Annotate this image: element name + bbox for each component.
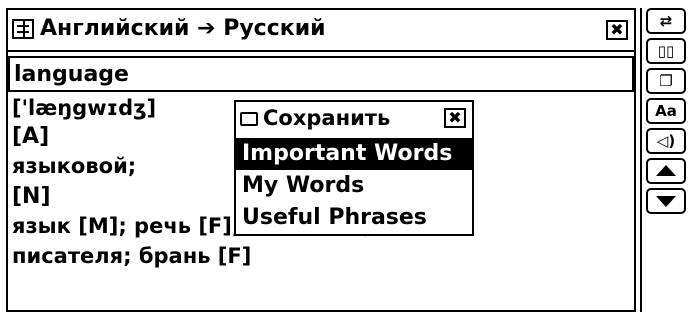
transcription: ['læŋgwɪdʒ]: [12, 96, 157, 120]
save-menu-list: Important Words My Words Useful Phrases: [236, 138, 472, 234]
search-field[interactable]: [8, 56, 634, 92]
dictionary-book-icon: [12, 19, 34, 39]
translation-adjective: языковой;: [12, 154, 137, 178]
search-input[interactable]: [14, 60, 614, 88]
close-icon[interactable]: ✖: [606, 20, 628, 40]
font-size-icon[interactable]: Aa: [646, 98, 686, 124]
pos-noun-tag: [N]: [12, 184, 51, 209]
switch-direction-icon[interactable]: ⇄: [646, 8, 686, 34]
close-icon[interactable]: ✖: [444, 108, 466, 128]
pos-adjective-tag: [A]: [12, 124, 50, 149]
menu-item-important-words[interactable]: Important Words: [236, 138, 472, 170]
window-title: Английский ➔ Русский: [40, 16, 326, 41]
toolbar: ⇄ ▯▯ ❐ Aa ◁): [640, 8, 690, 312]
windows-icon[interactable]: ❐: [646, 68, 686, 94]
folder-icon: [240, 112, 258, 126]
arrow-down-icon[interactable]: [646, 188, 686, 214]
save-menu-title-row: Сохранить: [240, 106, 390, 130]
save-menu-title: Сохранить: [263, 106, 391, 130]
arrow-up-icon[interactable]: [646, 158, 686, 184]
menu-item-useful-phrases[interactable]: Useful Phrases: [236, 202, 472, 234]
book-icon[interactable]: ▯▯: [646, 38, 686, 64]
menu-item-my-words[interactable]: My Words: [236, 170, 472, 202]
save-menu: Сохранить ✖ Important Words My Words Use…: [234, 100, 474, 236]
speaker-icon[interactable]: ◁): [646, 128, 686, 154]
title-bar: Английский ➔ Русский ✖: [8, 10, 634, 52]
translation-noun-line-2: писателя; брань [F]: [12, 244, 252, 268]
